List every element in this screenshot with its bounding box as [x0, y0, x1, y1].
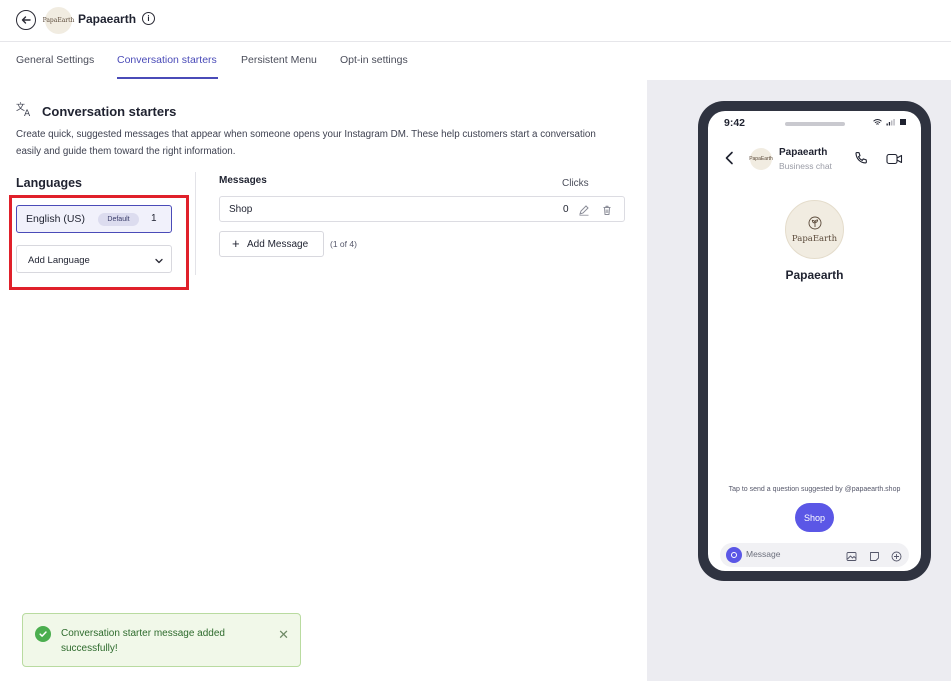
- phone-screen: 9:42 PapaEarth Papaearth Business chat P…: [708, 111, 921, 571]
- add-language-dropdown[interactable]: Add Language: [16, 245, 172, 273]
- dynamic-island: [785, 122, 845, 126]
- message-count-label: (1 of 4): [330, 239, 357, 249]
- suggestion-note: Tap to send a question suggested by @pap…: [728, 486, 901, 493]
- profile-brand-text: PapaEarth: [791, 233, 838, 244]
- wifi-icon: [873, 118, 882, 128]
- settings-tabs: General Settings Conversation starters P…: [0, 42, 647, 80]
- status-time: 9:42: [724, 117, 746, 129]
- status-icons: [873, 118, 907, 128]
- chat-back-icon[interactable]: [724, 151, 734, 170]
- tab-conversation-starters[interactable]: Conversation starters: [117, 54, 217, 66]
- signal-icon: [886, 118, 895, 128]
- tab-persistent-menu[interactable]: Persistent Menu: [241, 54, 317, 66]
- pencil-icon[interactable]: [578, 203, 590, 221]
- close-icon[interactable]: ✕: [278, 627, 289, 643]
- sticker-icon[interactable]: [869, 549, 880, 561]
- chat-subtitle: Business chat: [779, 161, 832, 171]
- column-divider: [195, 172, 196, 275]
- image-icon[interactable]: [846, 549, 857, 561]
- top-header: PapaEarth Papaearth i: [0, 0, 951, 42]
- chat-name: Papaearth: [779, 147, 828, 158]
- message-text: Shop: [229, 204, 253, 215]
- camera-icon[interactable]: [726, 547, 742, 563]
- success-toast: Conversation starter message added succe…: [22, 613, 301, 667]
- add-language-label: Add Language: [28, 255, 90, 266]
- language-message-count: 1: [151, 213, 157, 224]
- active-tab-indicator: [117, 77, 218, 79]
- clicks-heading: Clicks: [562, 178, 589, 189]
- message-input[interactable]: Message: [746, 549, 781, 559]
- info-icon[interactable]: i: [142, 12, 155, 25]
- tab-general-settings[interactable]: General Settings: [16, 54, 94, 66]
- chat-avatar: PapaEarth: [749, 148, 773, 170]
- app-title: Papaearth: [78, 12, 137, 26]
- message-clicks: 0: [563, 204, 569, 215]
- language-item-english-us[interactable]: English (US) Default 1: [16, 205, 172, 233]
- section-description: Create quick, suggested messages that ap…: [16, 129, 596, 157]
- default-badge: Default: [98, 213, 139, 226]
- add-message-label: Add Message: [247, 239, 309, 250]
- back-arrow-icon[interactable]: [16, 10, 36, 30]
- messages-heading: Messages: [219, 175, 267, 186]
- add-circle-icon[interactable]: [891, 549, 902, 562]
- languages-heading: Languages: [16, 176, 82, 190]
- message-composer[interactable]: Message: [720, 543, 909, 567]
- plus-icon: +: [232, 236, 240, 251]
- add-message-button[interactable]: + Add Message: [219, 231, 324, 257]
- phone-call-icon[interactable]: [854, 151, 868, 170]
- language-name: English (US): [26, 213, 85, 225]
- profile-name: Papaearth: [785, 268, 844, 282]
- toast-message: Conversation starter message added succe…: [61, 628, 225, 654]
- tab-opt-in-settings[interactable]: Opt-in settings: [340, 54, 408, 66]
- suggested-message-chip[interactable]: Shop: [795, 503, 834, 532]
- trash-icon[interactable]: [601, 203, 613, 221]
- video-call-icon[interactable]: [886, 152, 903, 170]
- chat-avatar-text: PapaEarth: [749, 156, 773, 162]
- message-row[interactable]: Shop 0: [219, 196, 625, 222]
- battery-icon: [899, 118, 907, 128]
- check-circle-icon: [35, 626, 51, 642]
- chevron-down-icon: [154, 253, 164, 271]
- leaf-icon: [808, 216, 822, 233]
- section-title: Conversation starters: [42, 104, 177, 119]
- profile-avatar: PapaEarth: [785, 200, 844, 259]
- brand-logo: PapaEarth: [42, 7, 75, 34]
- translate-icon: 文A: [16, 101, 34, 120]
- brand-logo-text: PapaEarth: [42, 17, 75, 24]
- svg-text:A: A: [24, 109, 31, 117]
